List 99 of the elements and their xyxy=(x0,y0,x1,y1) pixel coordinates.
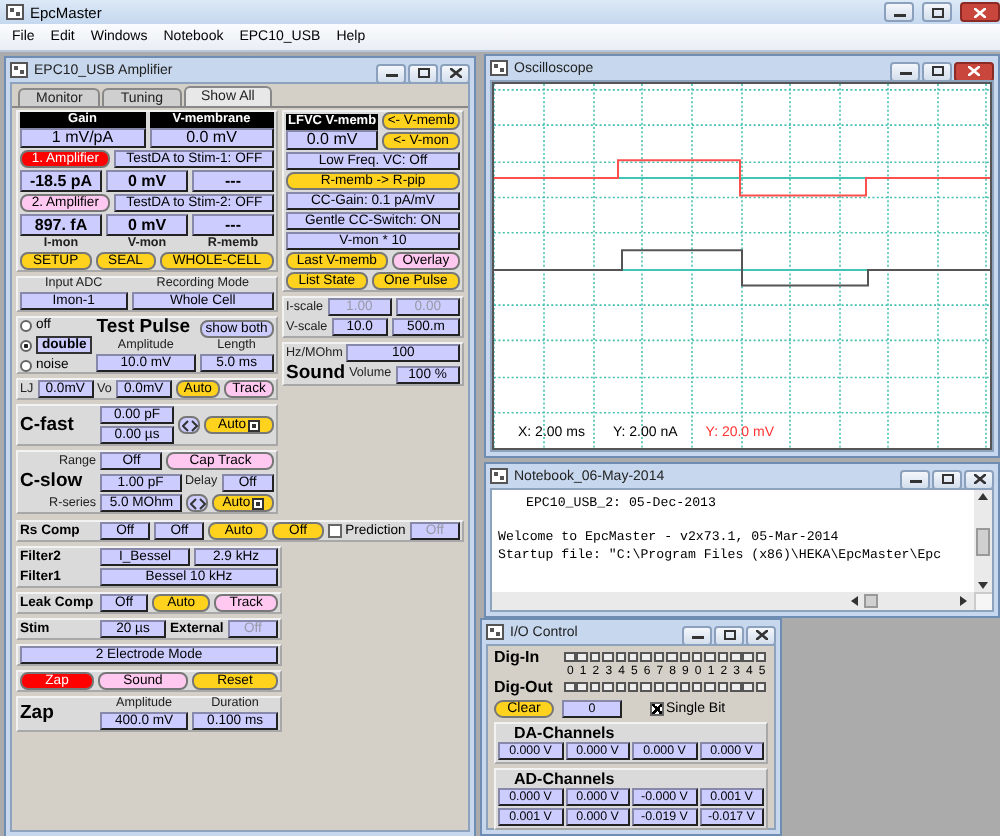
left-right-arrows-icon xyxy=(189,497,206,509)
bit-checkbox[interactable] xyxy=(640,651,652,663)
readout-value: 897. fA xyxy=(20,214,102,236)
bit-checkbox[interactable] xyxy=(653,681,665,693)
window-icon xyxy=(6,4,24,20)
section-title: C-fast xyxy=(20,415,76,435)
row-label: Dig-Out xyxy=(494,678,555,696)
up-arrow-icon[interactable] xyxy=(976,490,990,502)
bit-checkbox[interactable] xyxy=(730,651,742,663)
readout-value: -18.5 pA xyxy=(20,170,102,192)
bit-checkbox[interactable] xyxy=(742,651,754,663)
section-title: Sound xyxy=(286,364,346,384)
bit-checkbox[interactable] xyxy=(589,651,601,663)
maximize-icon xyxy=(931,7,943,17)
vertical-scrollbar[interactable] xyxy=(974,490,992,592)
small-square-icon xyxy=(252,497,265,509)
minimize-button[interactable] xyxy=(884,2,914,22)
close-button[interactable] xyxy=(960,2,1000,22)
close-icon xyxy=(755,630,767,640)
maximize-button[interactable] xyxy=(932,469,962,489)
bit-checkbox[interactable] xyxy=(704,681,716,693)
maximize-button[interactable] xyxy=(922,61,952,81)
bit-checkbox[interactable] xyxy=(653,651,665,663)
bit-checkbox[interactable] xyxy=(576,681,588,693)
right-arrow-icon[interactable] xyxy=(958,594,970,608)
maximize-icon xyxy=(417,68,429,78)
section-title: C-slow xyxy=(20,472,85,492)
bit-checkbox[interactable] xyxy=(564,681,575,693)
minimize-icon xyxy=(899,66,911,76)
bit-checkbox[interactable] xyxy=(704,651,716,663)
window-icon xyxy=(10,62,28,78)
maximize-icon xyxy=(723,630,735,640)
minimize-button[interactable] xyxy=(682,625,712,645)
minimize-button[interactable] xyxy=(900,469,930,489)
readout-value: 0 mV xyxy=(106,170,188,192)
close-button[interactable] xyxy=(964,469,994,489)
bit-checkbox[interactable] xyxy=(615,681,627,693)
section-title: DA-Channels xyxy=(512,724,617,742)
maximize-button[interactable] xyxy=(714,625,744,645)
window-icon xyxy=(490,468,508,484)
close-icon xyxy=(449,68,461,78)
row-label: Dig-In xyxy=(494,648,542,666)
maximize-button[interactable] xyxy=(922,2,952,22)
readout-value: --- xyxy=(192,214,274,236)
section-title: Zap xyxy=(20,704,56,724)
readout-value: --- xyxy=(192,170,274,192)
minimize-icon xyxy=(909,474,921,484)
toggle-button[interactable] xyxy=(186,494,209,512)
value-field[interactable]: 0.0 mV xyxy=(286,129,379,149)
horizontal-scrollbar[interactable] xyxy=(492,592,974,610)
bit-checkbox[interactable] xyxy=(564,651,575,663)
left-right-arrows-icon xyxy=(181,419,198,431)
value-field[interactable]: 0.0 mV xyxy=(149,128,274,148)
scrollbar-thumb[interactable] xyxy=(976,527,990,555)
scrollbar-thumb[interactable] xyxy=(864,594,878,608)
bit-checkbox[interactable] xyxy=(602,681,614,693)
bit-checkbox[interactable] xyxy=(666,681,678,693)
close-button[interactable] xyxy=(746,625,776,645)
down-arrow-icon[interactable] xyxy=(976,580,990,592)
window-icon xyxy=(486,624,504,640)
minimize-button[interactable] xyxy=(376,63,406,83)
bit-checkbox[interactable] xyxy=(755,681,767,693)
close-button[interactable] xyxy=(954,61,994,81)
bit-checkbox[interactable] xyxy=(576,651,588,663)
scrollbar-corner xyxy=(974,592,992,610)
window-icon xyxy=(490,60,508,76)
close-icon xyxy=(973,474,985,484)
bit-checkbox[interactable] xyxy=(666,651,678,663)
close-icon xyxy=(968,66,980,76)
bit-checkbox[interactable] xyxy=(691,651,703,663)
maximize-icon xyxy=(931,66,943,76)
value-field[interactable]: 1 mV/pA xyxy=(20,128,145,148)
maximize-icon xyxy=(941,474,953,484)
section-title: Test Pulse xyxy=(96,318,193,338)
minimize-button[interactable] xyxy=(890,61,920,81)
bit-checkbox[interactable] xyxy=(602,651,614,663)
bit-checkbox[interactable] xyxy=(679,651,691,663)
minimize-icon xyxy=(385,68,397,78)
section-title: AD-Channels xyxy=(512,770,617,788)
readout-value: 0 mV xyxy=(106,214,188,236)
maximize-button[interactable] xyxy=(408,63,438,83)
bit-checkbox[interactable] xyxy=(615,651,627,663)
bit-checkbox[interactable] xyxy=(640,681,652,693)
minimize-icon xyxy=(691,630,703,640)
bit-checkbox[interactable] xyxy=(717,651,729,663)
bit-checkbox[interactable] xyxy=(627,681,639,693)
left-arrow-icon[interactable] xyxy=(848,594,860,608)
bit-checkbox[interactable] xyxy=(589,681,601,693)
bit-checkbox[interactable] xyxy=(730,681,742,693)
bit-checkbox[interactable] xyxy=(755,651,767,663)
bit-checkbox[interactable] xyxy=(627,651,639,663)
close-icon xyxy=(974,7,986,17)
toggle-button[interactable] xyxy=(178,416,201,434)
bit-checkbox[interactable] xyxy=(717,681,729,693)
close-button[interactable] xyxy=(440,63,470,83)
bit-checkbox[interactable] xyxy=(691,681,703,693)
bit-checkbox[interactable] xyxy=(742,681,754,693)
small-square-icon xyxy=(248,419,261,431)
bit-checkbox[interactable] xyxy=(679,681,691,693)
